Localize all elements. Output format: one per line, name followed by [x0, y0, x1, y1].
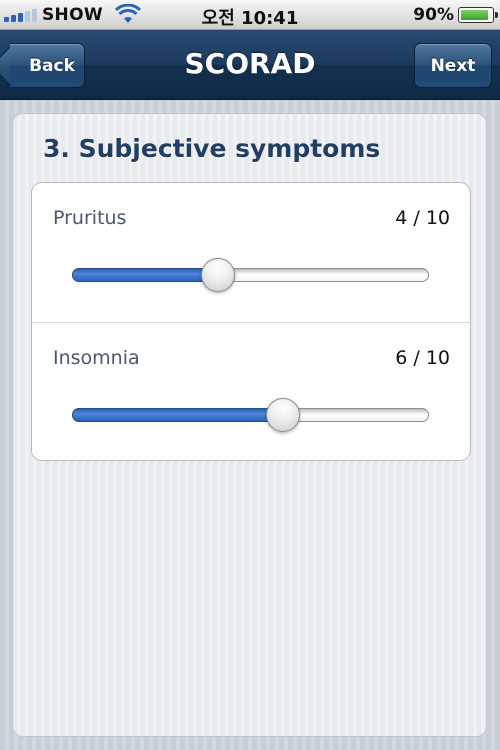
symptoms-panel: 3. Subjective symptoms Pruritus 4 / 10 I… — [12, 113, 487, 737]
insomnia-value: 6 / 10 — [395, 347, 450, 369]
pruritus-label: Pruritus — [53, 207, 127, 229]
back-button[interactable]: Back — [10, 43, 85, 88]
slider-fill — [72, 408, 283, 422]
slider-thumb[interactable] — [201, 258, 236, 292]
battery-percentage: 90% — [413, 5, 454, 25]
navigation-bar: Back SCORAD Next — [0, 30, 500, 100]
pruritus-slider[interactable] — [72, 258, 429, 292]
insomnia-label: Insomnia — [53, 347, 140, 369]
section-title: 3. Subjective symptoms — [43, 134, 381, 163]
battery-icon — [458, 7, 498, 23]
slider-fill — [72, 268, 219, 282]
pruritus-value: 4 / 10 — [395, 207, 450, 229]
symptoms-card: Pruritus 4 / 10 Insomnia 6 / 10 — [31, 182, 471, 461]
next-button[interactable]: Next — [414, 43, 492, 88]
status-bar: SHOW 오전 10:41 90% — [0, 0, 500, 30]
slider-thumb[interactable] — [265, 398, 300, 432]
content-area: 3. Subjective symptoms Pruritus 4 / 10 I… — [0, 100, 500, 750]
insomnia-slider[interactable] — [72, 398, 429, 432]
symptom-row-insomnia: Insomnia 6 / 10 — [32, 322, 470, 460]
symptom-row-pruritus: Pruritus 4 / 10 — [32, 183, 470, 322]
